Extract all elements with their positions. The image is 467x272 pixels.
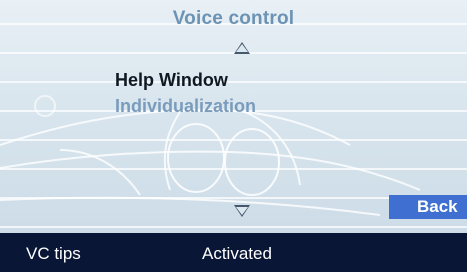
scroll-down-arrow-icon[interactable] (234, 205, 250, 217)
menu-item-individualization[interactable]: Individualization (115, 96, 256, 117)
softkey-activated[interactable]: Activated (202, 244, 272, 264)
screen-title: Voice control (172, 8, 295, 29)
menu-item-help-window[interactable]: Help Window (115, 70, 228, 91)
softkey-vc-tips[interactable]: VC tips (26, 244, 81, 264)
scroll-up-arrow-icon[interactable] (234, 42, 250, 54)
back-button[interactable]: Back (389, 195, 467, 219)
bottom-softkey-bar: VC tips Activated (0, 233, 467, 272)
voice-control-screen: Voice control Help Window Individualizat… (0, 0, 467, 272)
